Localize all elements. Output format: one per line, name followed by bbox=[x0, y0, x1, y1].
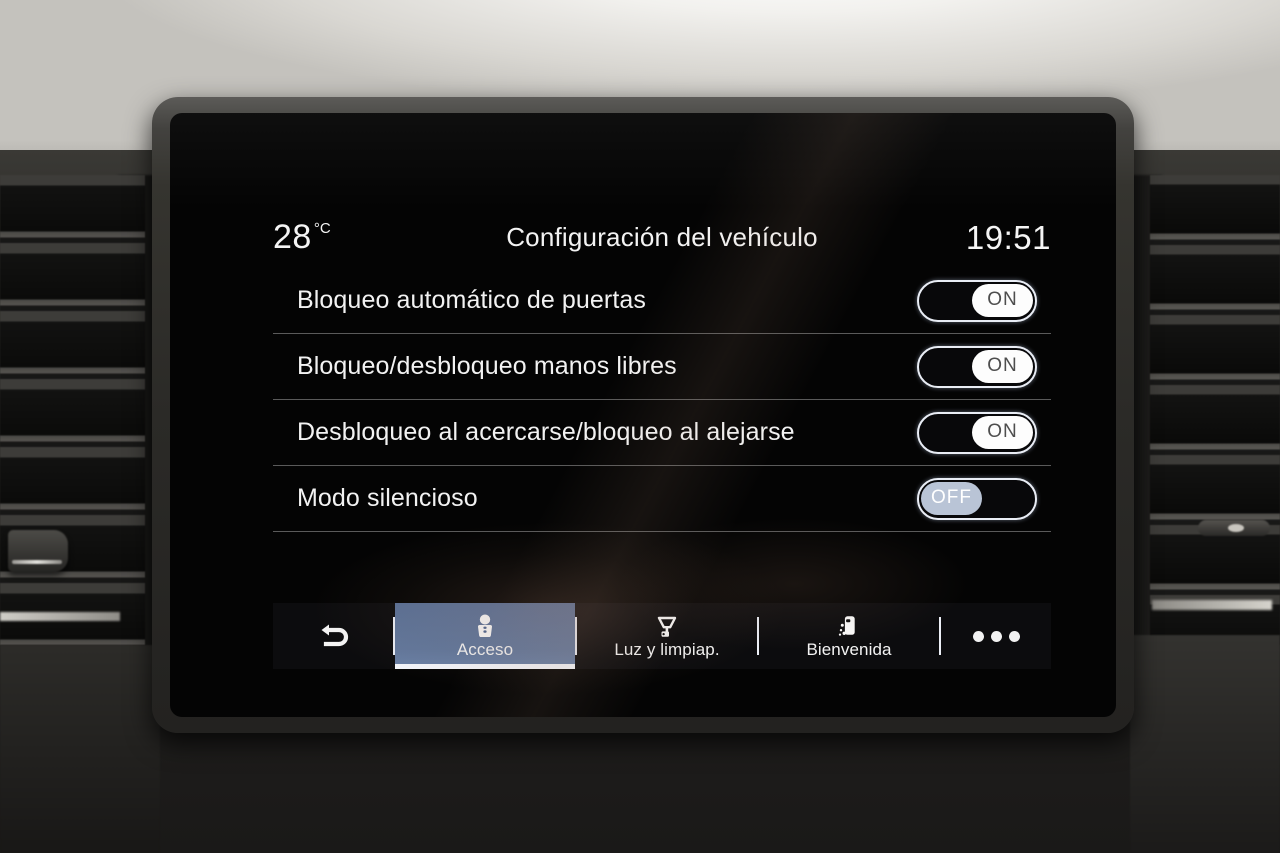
settings-list: Bloqueo automático de puertas ON Bloqueo… bbox=[273, 268, 1051, 532]
air-vent-left bbox=[0, 175, 145, 645]
welcome-car-light-icon bbox=[836, 613, 862, 639]
tab-bienvenida[interactable]: Bienvenida bbox=[759, 603, 939, 669]
clock: 19:51 bbox=[965, 218, 1051, 256]
status-bar: 28 °C Configuración del vehículo 19:51 bbox=[273, 209, 1051, 265]
toggle-handsfree-lock[interactable]: ON bbox=[917, 345, 1037, 388]
toggle-approach-unlock[interactable]: ON bbox=[917, 411, 1037, 454]
wiper-light-icon bbox=[653, 613, 681, 639]
dashboard-scene: 28 °C Configuración del vehículo 19:51 B… bbox=[0, 0, 1280, 853]
back-button[interactable] bbox=[273, 603, 393, 669]
air-vent-right-knob bbox=[1198, 520, 1270, 536]
lower-console-right bbox=[1130, 635, 1280, 853]
tab-acceso[interactable]: Acceso bbox=[395, 603, 575, 669]
settings-row-label: Desbloqueo al acercarse/bloqueo al aleja… bbox=[297, 418, 795, 446]
more-options-icon bbox=[972, 630, 1020, 642]
tab-bar: Acceso Luz y limpiap. Bienvenida bbox=[273, 603, 1051, 669]
settings-row-label: Bloqueo automático de puertas bbox=[297, 286, 646, 314]
settings-row-label: Modo silencioso bbox=[297, 484, 478, 512]
touchscreen-glass[interactable]: 28 °C Configuración del vehículo 19:51 B… bbox=[170, 113, 1116, 717]
toggle-knob: ON bbox=[972, 283, 1033, 317]
air-vent-right bbox=[1150, 175, 1280, 645]
tab-label: Luz y limpiap. bbox=[614, 639, 720, 659]
toggle-silent-mode[interactable]: OFF bbox=[917, 477, 1037, 520]
back-arrow-icon bbox=[313, 621, 353, 651]
head-unit-bezel: 28 °C Configuración del vehículo 19:51 B… bbox=[152, 97, 1134, 733]
air-vent-left-knob bbox=[8, 530, 68, 572]
toggle-knob: ON bbox=[972, 349, 1033, 383]
tab-label: Bienvenida bbox=[806, 639, 892, 659]
infotainment-ui: 28 °C Configuración del vehículo 19:51 B… bbox=[273, 209, 1051, 669]
settings-row-approach-unlock[interactable]: Desbloqueo al acercarse/bloqueo al aleja… bbox=[273, 400, 1051, 466]
more-options-button[interactable] bbox=[941, 603, 1051, 669]
tab-label: Acceso bbox=[456, 639, 514, 659]
lower-console-left bbox=[0, 645, 160, 853]
settings-row-auto-door-lock[interactable]: Bloqueo automático de puertas ON bbox=[273, 268, 1051, 334]
trim-strip-left bbox=[0, 612, 120, 621]
page-title: Configuración del vehículo bbox=[506, 221, 818, 252]
glass-top-reflection bbox=[170, 113, 1116, 209]
toggle-knob: OFF bbox=[921, 481, 982, 515]
settings-row-silent-mode[interactable]: Modo silencioso OFF bbox=[273, 466, 1051, 532]
toggle-auto-door-lock[interactable]: ON bbox=[917, 279, 1037, 322]
settings-row-handsfree-lock[interactable]: Bloqueo/desbloqueo manos libres ON bbox=[273, 334, 1051, 400]
tab-luz-y-limpiap[interactable]: Luz y limpiap. bbox=[577, 603, 757, 669]
toggle-knob: ON bbox=[972, 415, 1033, 449]
key-fob-icon bbox=[473, 613, 497, 639]
settings-row-label: Bloqueo/desbloqueo manos libres bbox=[297, 352, 677, 380]
trim-strip-right bbox=[1152, 600, 1272, 610]
